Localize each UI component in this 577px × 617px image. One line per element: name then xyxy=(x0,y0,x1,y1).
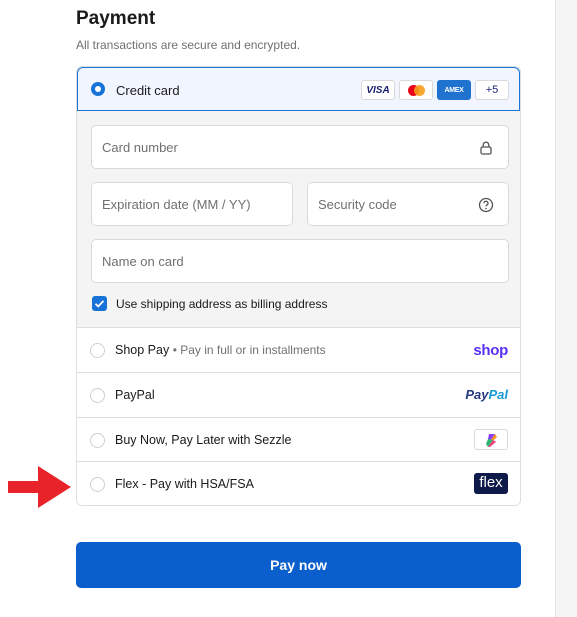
shop-pay-title: Shop Pay xyxy=(115,343,170,357)
sezzle-radio[interactable] xyxy=(90,433,105,448)
billing-address-label: Use shipping address as billing address xyxy=(116,297,328,311)
sezzle-s-icon xyxy=(486,434,497,447)
card-number-input[interactable] xyxy=(92,126,508,168)
shop-pay-option[interactable]: Shop Pay • Pay in full or in installment… xyxy=(77,327,520,372)
flex-logo: flex xyxy=(474,473,508,494)
amex-logo: AMEX xyxy=(437,80,471,100)
security-code-field[interactable] xyxy=(307,182,509,226)
billing-address-checkbox[interactable] xyxy=(92,296,107,311)
payment-subtitle: All transactions are secure and encrypte… xyxy=(76,38,301,52)
shop-pay-logo: shop xyxy=(473,342,508,359)
lock-icon xyxy=(480,141,492,155)
more-card-brands-badge[interactable]: +5 xyxy=(475,80,509,100)
right-sidebar-panel xyxy=(555,0,577,617)
credit-card-label: Credit card xyxy=(116,83,180,98)
question-circle-icon[interactable] xyxy=(478,197,494,213)
paypal-logo-pay: Pay xyxy=(465,387,489,402)
sezzle-logo xyxy=(474,429,508,450)
payment-methods-panel: Credit card VISA AMEX +5 Card number Exp… xyxy=(76,66,521,506)
flex-radio[interactable] xyxy=(90,477,105,492)
paypal-logo: PayPal xyxy=(465,387,508,402)
visa-logo: VISA xyxy=(361,80,395,100)
paypal-label: PayPal xyxy=(115,388,155,402)
sezzle-option[interactable]: Buy Now, Pay Later with Sezzle xyxy=(77,417,520,462)
paypal-option[interactable]: PayPal PayPal xyxy=(77,372,520,417)
pay-now-button[interactable]: Pay now xyxy=(76,542,521,588)
card-number-field[interactable] xyxy=(91,125,509,169)
mastercard-orange-circle xyxy=(414,85,425,96)
expiration-date-input[interactable] xyxy=(92,183,292,225)
mastercard-logo xyxy=(399,80,433,100)
name-on-card-input[interactable] xyxy=(92,240,508,282)
flex-hsa-fsa-option[interactable]: Flex - Pay with HSA/FSA flex xyxy=(77,461,520,505)
credit-card-radio[interactable] xyxy=(91,82,105,96)
expiration-date-field[interactable] xyxy=(91,182,293,226)
paypal-radio[interactable] xyxy=(90,388,105,403)
name-on-card-field[interactable] xyxy=(91,239,509,283)
credit-card-form: Use shipping address as billing address xyxy=(77,111,520,327)
sezzle-label: Buy Now, Pay Later with Sezzle xyxy=(115,433,292,447)
shop-pay-radio[interactable] xyxy=(90,343,105,358)
flex-label: Flex - Pay with HSA/FSA xyxy=(115,477,254,491)
shop-pay-subtitle: • Pay in full or in installments xyxy=(172,343,326,357)
red-arrow-icon xyxy=(8,466,71,508)
checkmark-icon xyxy=(94,300,105,308)
paypal-logo-pal: Pal xyxy=(488,387,508,402)
payment-title: Payment xyxy=(76,8,156,29)
shop-pay-label: Shop Pay • Pay in full or in installment… xyxy=(115,343,326,357)
credit-card-option[interactable]: Credit card VISA AMEX +5 xyxy=(77,67,520,111)
